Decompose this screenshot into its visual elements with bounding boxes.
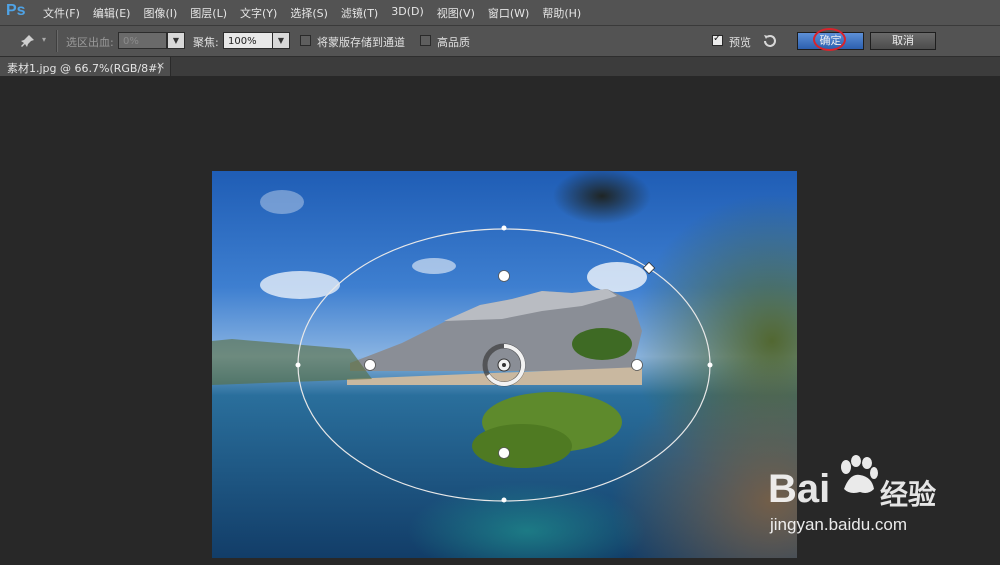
watermark-suffix: 经验 bbox=[880, 478, 937, 511]
feather-handle-bottom[interactable] bbox=[498, 447, 510, 459]
feather-handle-top[interactable] bbox=[498, 270, 510, 282]
ellipse-roundness-handle[interactable] bbox=[642, 261, 656, 275]
blur-pin-center bbox=[502, 363, 506, 367]
ellipse-handle-top[interactable] bbox=[501, 225, 507, 231]
feather-handle-right[interactable] bbox=[631, 359, 643, 371]
feather-handle-left[interactable] bbox=[364, 359, 376, 371]
ellipse-handle-bottom[interactable] bbox=[501, 497, 507, 503]
watermark-url: jingyan.baidu.com bbox=[770, 515, 908, 534]
watermark-brand: Bai bbox=[768, 467, 831, 511]
ellipse-handle-right[interactable] bbox=[707, 362, 713, 368]
ellipse-handle-left[interactable] bbox=[295, 362, 301, 368]
paw-icon bbox=[841, 455, 878, 493]
